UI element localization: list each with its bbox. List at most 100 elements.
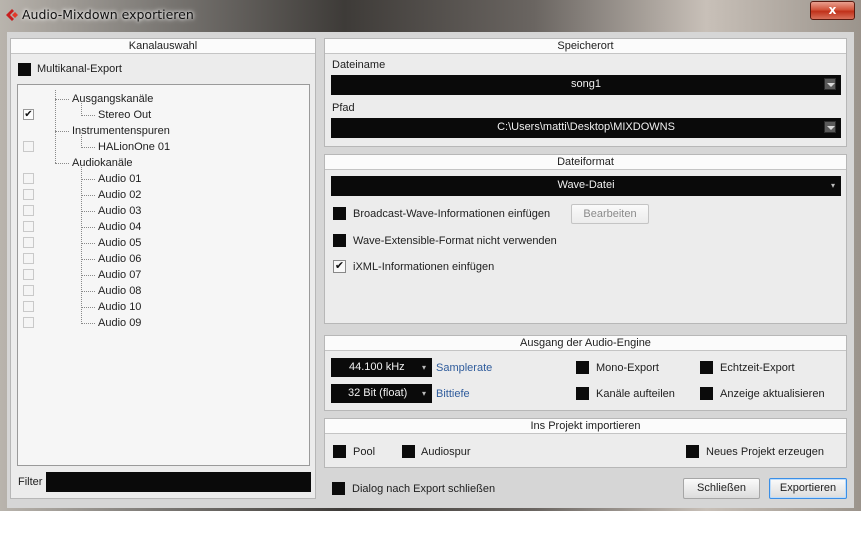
cubase-logo-icon <box>6 9 18 21</box>
tree-item-stereo-out[interactable]: Stereo Out <box>98 109 151 121</box>
tree-item-audio[interactable]: Audio 01 <box>98 173 141 185</box>
path-dropdown-icon[interactable] <box>824 121 836 133</box>
tree-group-outputs[interactable]: Ausgangskanäle <box>72 93 153 105</box>
tree-item-audio[interactable]: Audio 03 <box>98 205 141 217</box>
tree-line <box>81 211 95 212</box>
split-channels-checkbox[interactable] <box>576 387 589 400</box>
filename-value: song1 <box>571 78 601 90</box>
audio-channel-checkbox[interactable] <box>23 205 34 216</box>
tree-line <box>81 275 95 276</box>
tree-line <box>81 167 82 324</box>
filter-input[interactable] <box>46 472 311 492</box>
tree-item-audio[interactable]: Audio 08 <box>98 285 141 297</box>
close-after-export-label: Dialog nach Export schließen <box>352 483 496 495</box>
audio-engine-panel: Ausgang der Audio-Engine 44.100 kHz ▾ Sa… <box>324 335 847 411</box>
channel-selection-header: Kanalauswahl <box>11 39 315 54</box>
pool-checkbox[interactable] <box>333 445 346 458</box>
multichannel-export-checkbox[interactable] <box>18 63 31 76</box>
path-value: C:\Users\matti\Desktop\MIXDOWNS <box>497 121 675 133</box>
audio-channel-checkbox[interactable] <box>23 269 34 280</box>
file-format-header: Dateiformat <box>325 155 846 170</box>
tree-item-audio[interactable]: Audio 04 <box>98 221 141 233</box>
audio-channel-checkbox[interactable] <box>23 237 34 248</box>
pool-label: Pool <box>353 446 376 458</box>
tree-line <box>81 243 95 244</box>
import-project-header: Ins Projekt importieren <box>325 419 846 434</box>
tree-line <box>81 291 95 292</box>
tree-line <box>81 115 95 116</box>
stereo-out-checkbox[interactable]: ✔ <box>23 109 34 120</box>
wave-extensible-label: Wave-Extensible-Format nicht verwenden <box>353 235 557 247</box>
realtime-export-checkbox[interactable] <box>700 361 713 374</box>
title-bar[interactable]: Audio-Mixdown exportieren x <box>0 0 861 32</box>
channel-selection-panel: Kanalauswahl Multikanal-Export Ausgangsk… <box>10 38 316 499</box>
samplerate-value: 44.100 kHz <box>349 361 405 373</box>
close-window-button[interactable]: x <box>810 1 855 20</box>
broadcast-wave-label: Broadcast-Wave-Informationen einfügen <box>353 208 551 220</box>
save-location-panel: Speicherort Dateiname song1 Pfad C:\User… <box>324 38 847 147</box>
close-after-export-checkbox[interactable] <box>332 482 345 495</box>
audio-channel-checkbox[interactable] <box>23 301 34 312</box>
tree-item-audio[interactable]: Audio 07 <box>98 269 141 281</box>
dialog-body: Kanalauswahl Multikanal-Export Ausgangsk… <box>7 32 854 508</box>
file-format-value: Wave-Datei <box>557 179 615 191</box>
filter-label: Filter <box>18 476 43 488</box>
tree-item-audio[interactable]: Audio 05 <box>98 237 141 249</box>
audio-channel-checkbox[interactable] <box>23 221 34 232</box>
audio-channel-checkbox[interactable] <box>23 173 34 184</box>
save-location-header: Speicherort <box>325 39 846 54</box>
tree-line <box>81 323 95 324</box>
bitdepth-select[interactable]: 32 Bit (float) ▾ <box>331 384 432 403</box>
tree-item-audio[interactable]: Audio 10 <box>98 301 141 313</box>
multichannel-export-label: Multikanal-Export <box>37 63 122 75</box>
filename-history-dropdown-icon[interactable] <box>824 78 836 90</box>
channel-tree[interactable]: Ausgangskanäle Instrumentenspuren Audiok… <box>17 84 310 466</box>
tree-line <box>81 195 95 196</box>
halion-checkbox[interactable] <box>23 141 34 152</box>
import-project-panel: Ins Projekt importieren Pool Audiospur N… <box>324 418 847 468</box>
file-format-select[interactable]: Wave-Datei ▾ <box>331 176 841 196</box>
tree-item-audio[interactable]: Audio 09 <box>98 317 141 329</box>
tree-item-audio[interactable]: Audio 06 <box>98 253 141 265</box>
filename-label: Dateiname <box>332 59 386 71</box>
window-title: Audio-Mixdown exportieren <box>22 7 194 22</box>
tree-item-audio[interactable]: Audio 02 <box>98 189 141 201</box>
split-channels-label: Kanäle aufteilen <box>596 388 675 400</box>
audio-track-checkbox[interactable] <box>402 445 415 458</box>
audio-channel-checkbox[interactable] <box>23 253 34 264</box>
audio-channel-checkbox[interactable] <box>23 317 34 328</box>
mono-export-checkbox[interactable] <box>576 361 589 374</box>
chevron-down-icon: ▾ <box>422 389 427 398</box>
close-button[interactable]: Schließen <box>683 478 760 499</box>
tree-line <box>55 90 56 163</box>
tree-line <box>55 163 69 164</box>
export-button[interactable]: Exportieren <box>769 478 847 499</box>
update-display-checkbox[interactable] <box>700 387 713 400</box>
chevron-down-icon: ▾ <box>422 363 427 372</box>
file-format-panel: Dateiformat Wave-Datei ▾ Broadcast-Wave-… <box>324 154 847 324</box>
path-field[interactable]: C:\Users\matti\Desktop\MIXDOWNS <box>331 118 841 138</box>
tree-group-audio[interactable]: Audiokanäle <box>72 157 133 169</box>
broadcast-wave-checkbox[interactable] <box>333 207 346 220</box>
path-label: Pfad <box>332 102 355 114</box>
realtime-export-label: Echtzeit-Export <box>720 362 795 374</box>
wave-extensible-checkbox[interactable] <box>333 234 346 247</box>
audio-engine-header: Ausgang der Audio-Engine <box>325 336 846 351</box>
tree-line <box>81 179 95 180</box>
samplerate-label: Samplerate <box>436 362 493 374</box>
tree-group-instruments[interactable]: Instrumentenspuren <box>72 125 170 137</box>
bitdepth-value: 32 Bit (float) <box>348 387 408 399</box>
new-project-label: Neues Projekt erzeugen <box>706 446 825 458</box>
tree-line <box>81 307 95 308</box>
filename-field[interactable]: song1 <box>331 75 841 95</box>
tree-line <box>55 131 69 132</box>
samplerate-select[interactable]: 44.100 kHz ▾ <box>331 358 432 377</box>
edit-button[interactable]: Bearbeiten <box>571 204 649 224</box>
audio-channel-checkbox[interactable] <box>23 189 34 200</box>
new-project-checkbox[interactable] <box>686 445 699 458</box>
ixml-checkbox[interactable]: ✔ <box>333 260 346 273</box>
chevron-down-icon: ▾ <box>831 181 836 190</box>
tree-line <box>55 99 69 100</box>
audio-channel-checkbox[interactable] <box>23 285 34 296</box>
tree-item-halion[interactable]: HALionOne 01 <box>98 141 170 153</box>
